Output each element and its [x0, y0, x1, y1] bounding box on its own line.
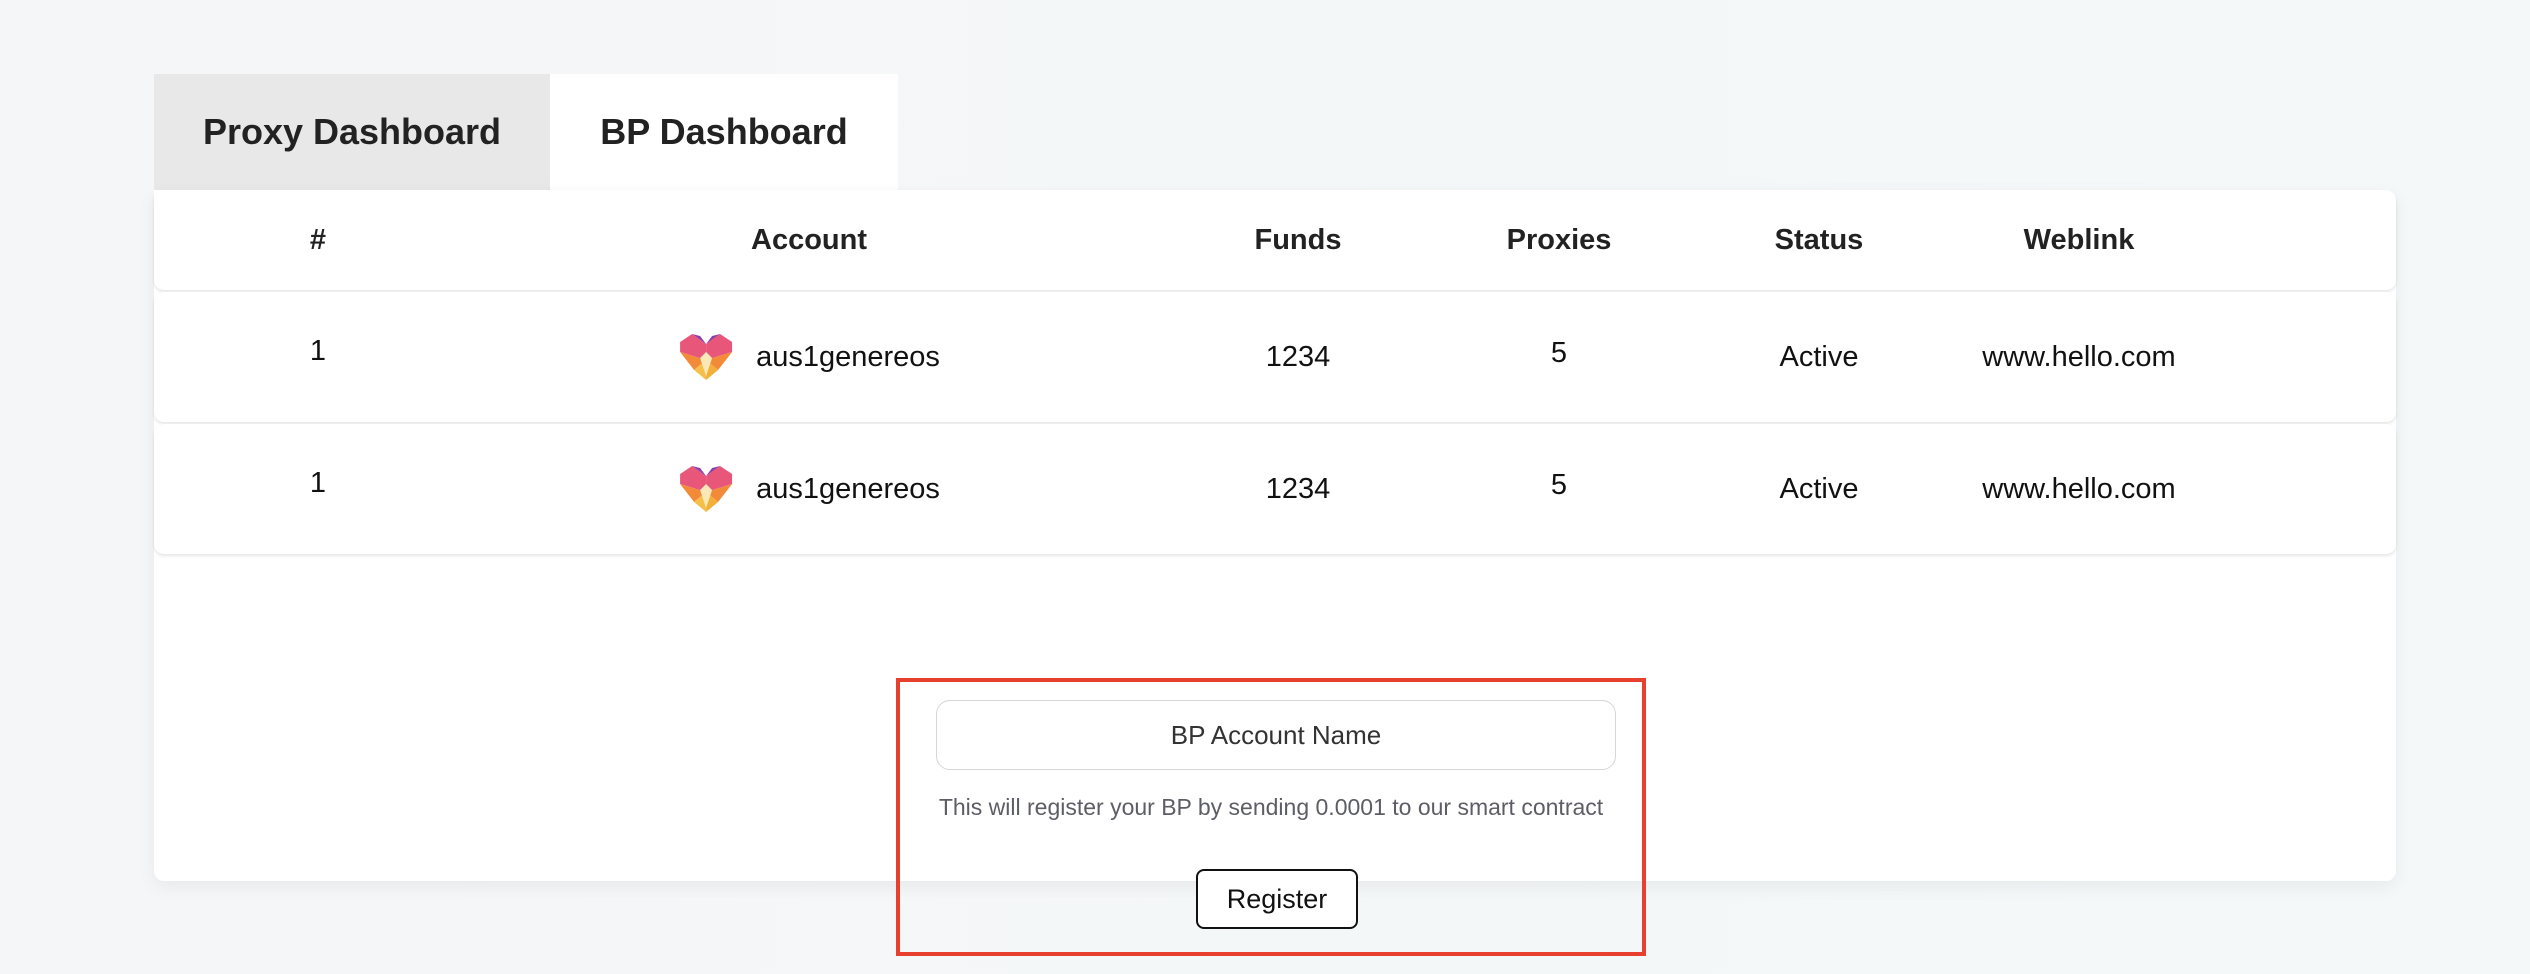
row-weblink[interactable]: www.hello.com — [1982, 341, 2175, 374]
row-account: aus1genereos — [678, 332, 940, 382]
table-header-row: # Account Funds Proxies Status Weblink — [154, 190, 2396, 290]
header-funds: Funds — [1254, 223, 1342, 256]
row-account-name: aus1genereos — [756, 472, 940, 505]
tab-bar: Proxy Dashboard BP Dashboard — [154, 74, 898, 190]
tab-bp-dashboard[interactable]: BP Dashboard — [550, 74, 898, 190]
row-weblink[interactable]: www.hello.com — [1982, 473, 2175, 506]
dashboard-card: Proxy Dashboard BP Dashboard # Account F… — [154, 74, 2396, 956]
table-row: 1 aus1genereos 1234 5 Active www.hello.c… — [154, 292, 2396, 422]
genereos-heart-logo-icon — [680, 334, 733, 380]
table-row: 1 aus1genereos 1234 5 Active www.hello.c… — [154, 424, 2396, 554]
header-weblink: Weblink — [2023, 223, 2135, 256]
row-status: Active — [1779, 472, 1859, 505]
header-account: Account — [751, 223, 867, 256]
header-status: Status — [1774, 223, 1864, 256]
row-num: 1 — [309, 334, 327, 367]
tab-bp-dashboard-label: BP Dashboard — [600, 111, 848, 152]
row-funds: 1234 — [1265, 340, 1331, 373]
genereos-heart-logo-icon — [680, 466, 733, 512]
row-account: aus1genereos — [678, 464, 940, 514]
register-form-highlight: This will register your BP by sending 0.… — [896, 678, 1646, 956]
bp-dashboard-panel: # Account Funds Proxies Status Weblink 1 — [154, 190, 2396, 956]
tab-proxy-dashboard-label: Proxy Dashboard — [202, 111, 502, 152]
row-account-name: aus1genereos — [756, 340, 940, 373]
register-button[interactable]: Register — [1196, 869, 1358, 929]
header-num: # — [309, 223, 327, 256]
register-hint: This will register your BP by sending 0.… — [938, 794, 1604, 820]
tab-proxy-dashboard[interactable]: Proxy Dashboard — [154, 74, 550, 190]
row-proxies: 5 — [1550, 336, 1568, 369]
row-num: 1 — [309, 466, 327, 499]
row-proxies: 5 — [1550, 468, 1568, 501]
row-funds: 1234 — [1265, 472, 1331, 505]
bp-account-name-input[interactable] — [936, 700, 1616, 770]
row-status: Active — [1779, 340, 1859, 373]
header-proxies: Proxies — [1506, 223, 1612, 256]
